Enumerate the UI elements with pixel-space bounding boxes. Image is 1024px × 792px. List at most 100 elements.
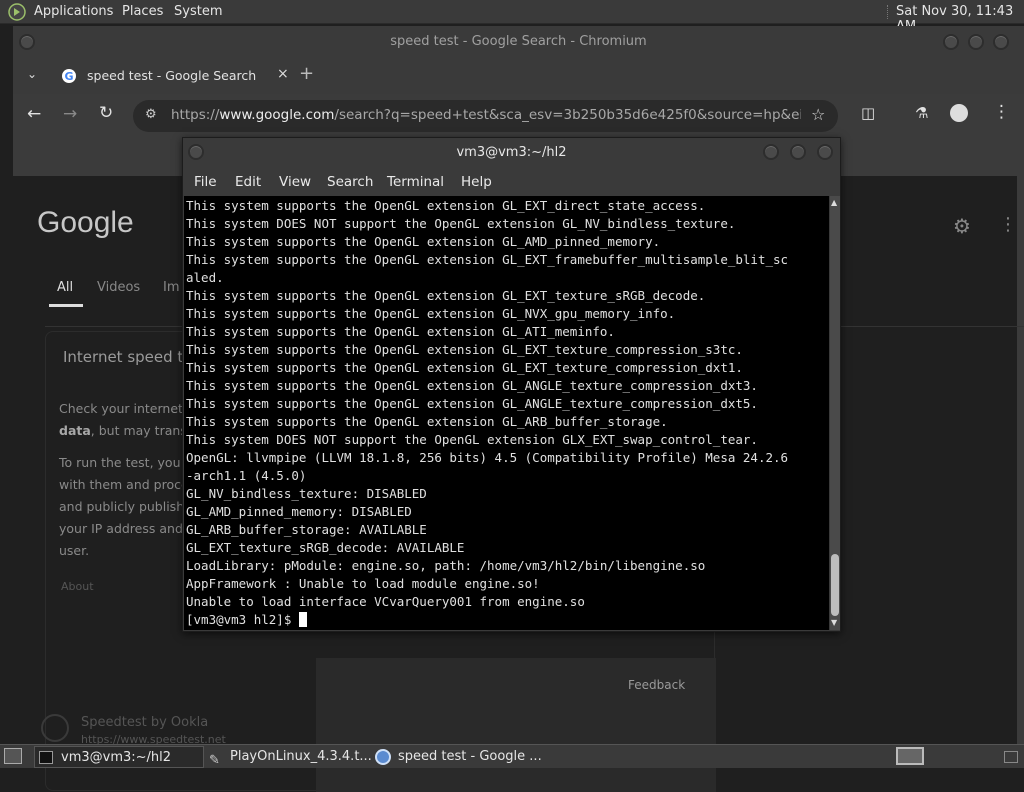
panel-separator: [887, 5, 889, 19]
bottom-taskbar: vm3@vm3:~/hl2 ✎ PlayOnLinux_4.3.4.t... s…: [0, 744, 1024, 768]
task-terminal[interactable]: vm3@vm3:~/hl2: [34, 746, 204, 768]
speedtest-run-panel: Feedback: [316, 658, 716, 792]
terminal-line: This system supports the OpenGL extensio…: [186, 306, 676, 321]
labs-flask-icon[interactable]: ⚗: [915, 104, 928, 122]
forward-arrow-icon[interactable]: →: [63, 104, 77, 124]
terminal-line: This system DOES NOT support the OpenGL …: [186, 216, 736, 231]
url-text: https://www.google.com/search?q=speed+te…: [171, 107, 801, 123]
widget-paragraph-2: To run the test, you with them and proce…: [59, 455, 189, 558]
show-desktop-icon[interactable]: [4, 748, 22, 764]
task-chromium[interactable]: speed test - Google ...: [372, 746, 544, 768]
address-bar[interactable]: ⚙ https://www.google.com/search?q=speed+…: [133, 100, 838, 132]
menu-file[interactable]: File: [194, 174, 217, 190]
terminal-scrollbar[interactable]: ▲ ▼: [830, 196, 840, 630]
task-label: speed test - Google ...: [398, 749, 542, 764]
terminal-line: -arch1.1 (4.5.0): [186, 468, 307, 483]
terminal-prompt: [vm3@vm3 hl2]$: [186, 611, 826, 629]
window-menu-button[interactable]: [19, 34, 35, 50]
task-label: PlayOnLinux_4.3.4.t...: [230, 749, 372, 764]
menu-edit[interactable]: Edit: [235, 174, 261, 190]
active-tab-underline: [49, 304, 83, 307]
speedtest-result-favicon-icon: [41, 714, 69, 742]
tab-speed-test[interactable]: G speed test - Google Search ×: [49, 60, 299, 94]
menu-help[interactable]: Help: [461, 174, 492, 190]
scrollbar-thumb[interactable]: [831, 554, 839, 616]
terminal-line: This system DOES NOT support the OpenGL …: [186, 432, 758, 447]
tab-close-icon[interactable]: ×: [277, 66, 289, 82]
trash-icon[interactable]: [1004, 751, 1018, 763]
google-logo[interactable]: Google: [37, 206, 134, 240]
terminal-close-button[interactable]: [817, 144, 833, 160]
result-site-name[interactable]: Speedtest by Ookla: [81, 715, 208, 730]
new-tab-icon[interactable]: +: [299, 63, 314, 84]
terminal-app-icon: [39, 751, 53, 764]
terminal-titlebar[interactable]: vm3@vm3:~/hl2: [183, 138, 840, 168]
menu-system[interactable]: System: [174, 4, 222, 19]
profile-avatar-icon[interactable]: [950, 104, 968, 122]
about-link[interactable]: About: [61, 580, 94, 593]
terminal-line: This system supports the OpenGL extensio…: [186, 414, 668, 429]
close-button[interactable]: [993, 34, 1009, 50]
terminal-line: This system supports the OpenGL extensio…: [186, 288, 706, 303]
task-label: vm3@vm3:~/hl2: [61, 750, 172, 765]
terminal-maximize-button[interactable]: [790, 144, 806, 160]
settings-gear-icon[interactable]: ⚙: [953, 214, 971, 238]
scroll-down-arrow-icon[interactable]: ▼: [831, 618, 837, 627]
terminal-line: This system supports the OpenGL extensio…: [186, 396, 758, 411]
tab-videos[interactable]: Videos: [97, 280, 140, 295]
terminal-title: vm3@vm3:~/hl2: [456, 145, 567, 160]
terminal-window-menu-button[interactable]: [188, 144, 204, 160]
menu-search[interactable]: Search: [327, 174, 373, 190]
terminal-line: GL_AMD_pinned_memory: DISABLED: [186, 504, 412, 519]
terminal-line: OpenGL: llvmpipe (LLVM 18.1.8, 256 bits)…: [186, 450, 789, 465]
terminal-output[interactable]: This system supports the OpenGL extensio…: [184, 196, 829, 630]
svg-text:G: G: [64, 70, 73, 83]
back-arrow-icon[interactable]: ←: [27, 104, 41, 124]
terminal-line: This system supports the OpenGL extensio…: [186, 198, 706, 213]
tab-search-chevron-icon[interactable]: ⌄: [27, 67, 37, 81]
window-title: speed test - Google Search - Chromium: [390, 34, 647, 49]
tab-images[interactable]: Im: [163, 280, 180, 295]
task-playonlinux[interactable]: ✎ PlayOnLinux_4.3.4.t...: [206, 746, 372, 768]
terminal-line: AppFramework : Unable to load module eng…: [186, 576, 540, 591]
maximize-button[interactable]: [968, 34, 984, 50]
top-panel: Applications Places System Sat Nov 30, 1…: [0, 0, 1024, 34]
terminal-line: This system supports the OpenGL extensio…: [186, 252, 789, 267]
site-info-icon[interactable]: ⚙: [145, 107, 157, 122]
terminal-line: GL_ARB_buffer_storage: AVAILABLE: [186, 522, 427, 537]
tab-title: speed test - Google Search: [87, 68, 257, 83]
tab-strip: ⌄ G speed test - Google Search × +: [13, 58, 1024, 94]
menu-places[interactable]: Places: [122, 4, 163, 19]
menu-view[interactable]: View: [279, 174, 311, 190]
terminal-line: Unable to load interface VCvarQuery001 f…: [186, 594, 585, 609]
text-cursor: [298, 612, 307, 627]
kebab-menu-icon[interactable]: ⋮: [993, 102, 1010, 122]
terminal-line: This system supports the OpenGL extensio…: [186, 234, 661, 249]
distro-logo-icon[interactable]: [8, 3, 26, 25]
terminal-line: GL_EXT_texture_sRGB_decode: AVAILABLE: [186, 540, 465, 555]
bookmark-star-icon[interactable]: ☆: [811, 105, 825, 124]
menu-terminal[interactable]: Terminal: [387, 174, 444, 190]
document-app-icon: ✎: [209, 753, 220, 768]
reload-icon[interactable]: ↻: [99, 103, 113, 123]
scroll-up-arrow-icon[interactable]: ▲: [831, 198, 837, 207]
menu-applications[interactable]: Applications: [34, 4, 113, 19]
terminal-menubar: File Edit View Search Terminal Help: [183, 168, 840, 196]
chromium-app-icon: [375, 749, 391, 765]
minimize-button[interactable]: [943, 34, 959, 50]
google-favicon-icon: G: [61, 68, 77, 87]
feedback-link[interactable]: Feedback: [628, 678, 685, 692]
chromium-titlebar[interactable]: speed test - Google Search - Chromium: [13, 26, 1024, 58]
widget-paragraph-1: Check your internet data, but may trans: [59, 401, 187, 438]
tab-all[interactable]: All: [57, 280, 73, 295]
extensions-puzzle-icon[interactable]: ◫: [861, 104, 875, 122]
terminal-line: This system supports the OpenGL extensio…: [186, 378, 758, 393]
terminal-minimize-button[interactable]: [763, 144, 779, 160]
apps-grid-icon[interactable]: ⋮⋮: [999, 214, 1024, 235]
widget-title: Internet speed te: [63, 348, 193, 366]
terminal-window: vm3@vm3:~/hl2 File Edit View Search Term…: [182, 137, 841, 632]
workspace-switcher[interactable]: [896, 747, 924, 765]
terminal-lines: This system supports the OpenGL extensio…: [186, 197, 826, 629]
terminal-line: aled.: [186, 270, 224, 285]
terminal-line: This system supports the OpenGL extensio…: [186, 324, 615, 339]
